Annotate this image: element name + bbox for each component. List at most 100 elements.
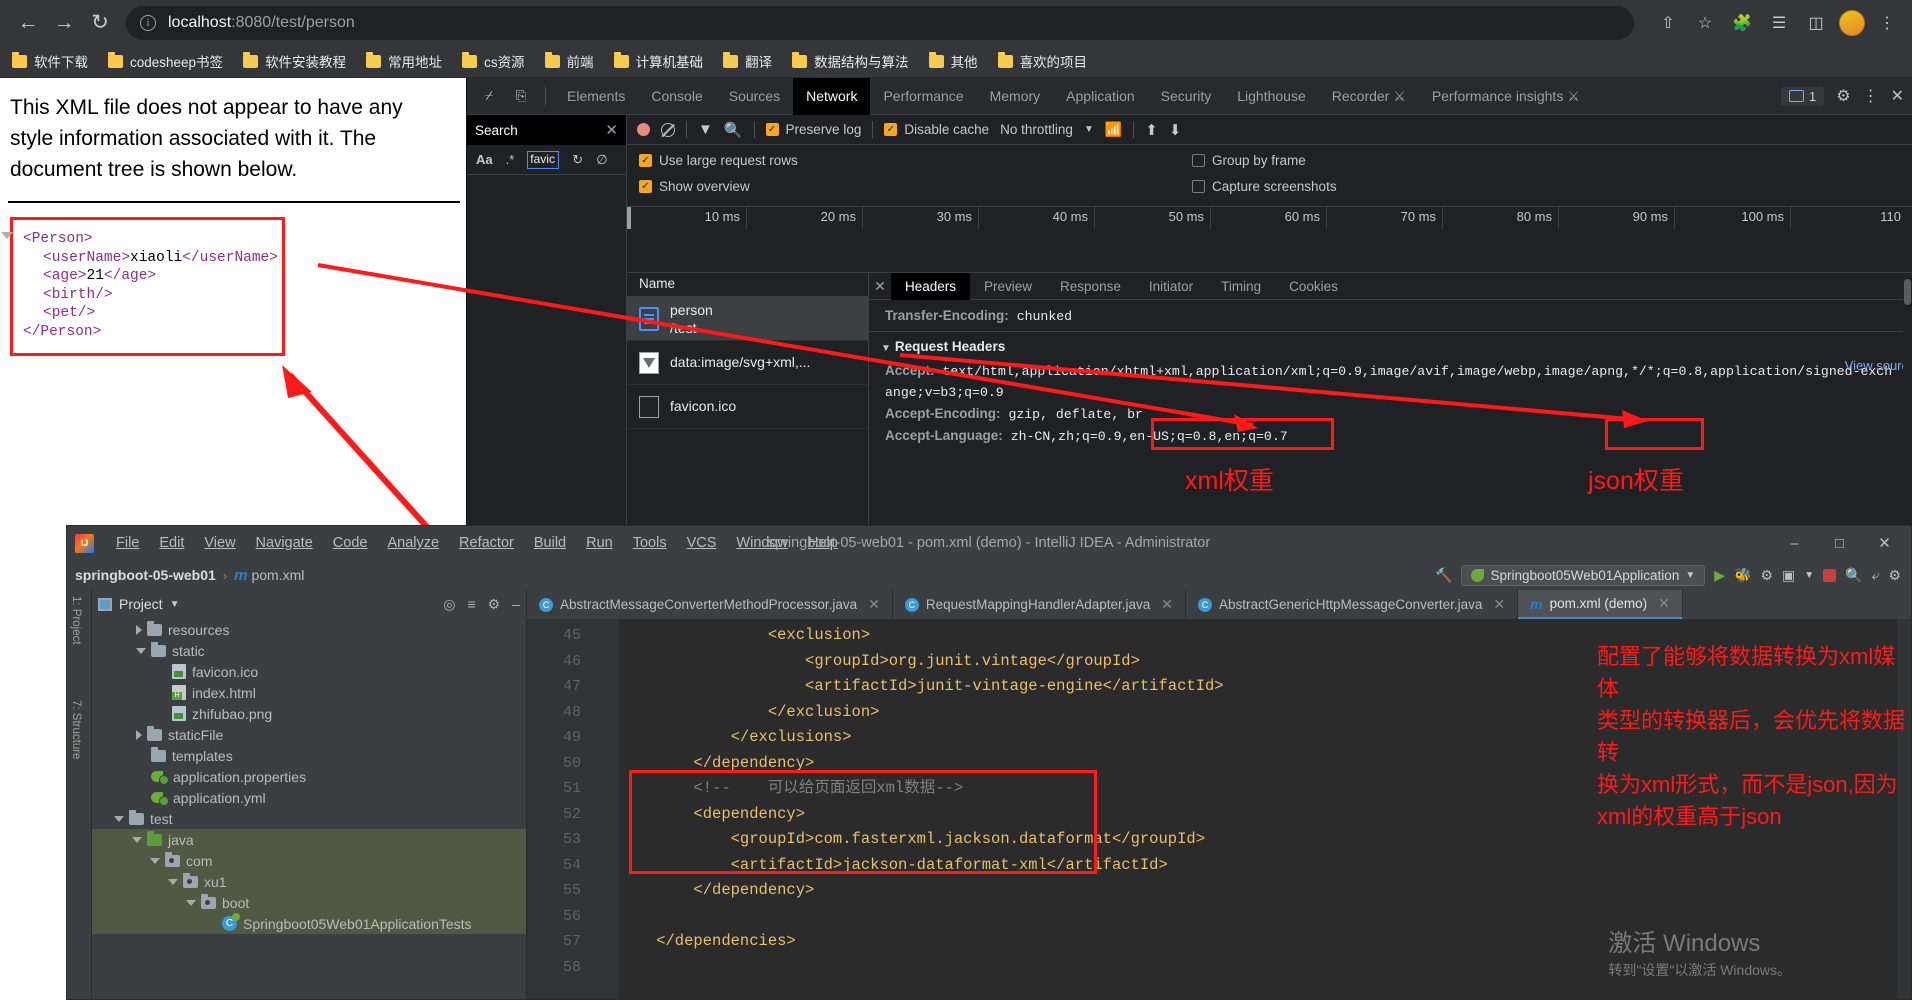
expand-arrow-icon[interactable] [136, 729, 142, 740]
build-icon[interactable]: 🔨 [1435, 567, 1452, 584]
collapse-arrow-icon[interactable] [136, 647, 146, 654]
menu-navigate[interactable]: Navigate [246, 535, 323, 551]
tree-node-xu1[interactable]: xu1 [92, 871, 526, 892]
tab-elements[interactable]: Elements [554, 78, 638, 115]
gear-icon[interactable]: ⚙ [1836, 86, 1850, 106]
stop-icon[interactable] [1823, 568, 1837, 582]
git-icon[interactable]: ⤶ [1872, 567, 1880, 584]
bookmark-item[interactable]: 其他 [928, 51, 978, 71]
bookmark-item[interactable]: 计算机基础 [613, 51, 703, 71]
kebab-menu-icon[interactable]: ⋮ [1863, 86, 1879, 106]
hide-icon[interactable]: – [512, 596, 520, 612]
disable-cache-checkbox[interactable]: ✓ Disable cache [884, 122, 989, 137]
chevron-down-icon[interactable]: ▼ [170, 599, 180, 610]
throttling-select[interactable]: No throttling [1000, 122, 1073, 137]
match-case-icon[interactable]: Aa [476, 152, 493, 167]
tab-network[interactable]: Network [793, 77, 871, 115]
tab-application[interactable]: Application [1053, 78, 1148, 115]
gear-icon[interactable]: ⚙ [1888, 567, 1901, 584]
tab-console[interactable]: Console [638, 78, 715, 115]
bookmark-item[interactable]: 数据结构与算法 [792, 51, 909, 71]
search-icon[interactable]: 🔍 [724, 121, 743, 139]
clear-icon[interactable]: ∅ [596, 152, 607, 168]
coverage-icon[interactable]: ▣ [1782, 567, 1795, 584]
profile-icon[interactable]: ⚙ [1760, 567, 1773, 584]
close-icon[interactable]: ✕ [1891, 86, 1904, 106]
menu-edit[interactable]: Edit [149, 535, 194, 551]
inspect-element-icon[interactable]: ⌿ [475, 83, 503, 109]
share-icon[interactable]: ⇧ [1653, 8, 1683, 38]
tab-memory[interactable]: Memory [977, 78, 1054, 115]
bookmark-item[interactable]: 常用地址 [366, 51, 442, 71]
bookmark-item[interactable]: 翻译 [723, 51, 772, 71]
collapse-triangle-icon[interactable] [1, 232, 13, 239]
device-toolbar-icon[interactable]: ⎘ [507, 83, 535, 109]
tab-initiator[interactable]: Initiator [1135, 273, 1207, 300]
tree-node-test[interactable]: test [92, 808, 526, 829]
editor-tab-pom-xml[interactable]: m pom.xml (demo) ✕ [1518, 590, 1683, 619]
star-icon[interactable]: ☆ [1690, 8, 1720, 38]
tab-preview[interactable]: Preview [970, 273, 1046, 300]
tab-sources[interactable]: Sources [716, 78, 793, 115]
search-icon[interactable]: 🔍 [1845, 567, 1862, 584]
address-bar[interactable]: i localhost:8080/test/person [126, 5, 1634, 40]
menu-view[interactable]: View [194, 535, 245, 551]
maximize-icon[interactable]: □ [1817, 526, 1862, 560]
tree-node-boot[interactable]: boot [92, 892, 526, 913]
tree-node-resources[interactable]: resources [92, 619, 526, 640]
close-icon[interactable]: ✕ [868, 596, 880, 613]
tab-security[interactable]: Security [1148, 78, 1225, 115]
collapse-arrow-icon[interactable] [114, 815, 124, 822]
locate-icon[interactable]: ◎ [443, 596, 455, 613]
side-panel-icon[interactable]: ◫ [1801, 8, 1831, 38]
chevron-down-icon[interactable]: ▼ [1084, 124, 1094, 135]
avatar[interactable] [1839, 9, 1865, 36]
menu-analyze[interactable]: Analyze [377, 535, 449, 551]
menu-run[interactable]: Run [576, 535, 623, 551]
collapse-arrow-icon[interactable] [150, 857, 160, 864]
preserve-log-checkbox[interactable]: ✓ Preserve log [765, 122, 861, 137]
close-icon[interactable]: ✕ [869, 278, 891, 295]
menu-refactor[interactable]: Refactor [449, 535, 524, 551]
table-row[interactable]: data:image/svg+xml,... [627, 341, 868, 385]
expand-arrow-icon[interactable] [136, 624, 142, 635]
chevron-down-icon[interactable]: ▼ [1804, 570, 1814, 581]
menu-tools[interactable]: Tools [623, 535, 677, 551]
reload-icon[interactable]: ↻ [82, 5, 118, 41]
network-conditions-icon[interactable]: 📶 [1105, 121, 1122, 138]
tree-node-staticfile[interactable]: staticFile [92, 724, 526, 745]
tree-node-favicon[interactable]: favicon.ico [92, 661, 526, 682]
tab-lighthouse[interactable]: Lighthouse [1224, 78, 1319, 115]
back-arrow-icon[interactable]: ← [10, 5, 46, 41]
bookmark-item[interactable]: 软件安装教程 [243, 51, 346, 71]
debug-icon[interactable]: 🐝 [1734, 567, 1751, 584]
menu-vcs[interactable]: VCS [677, 535, 727, 551]
minimize-icon[interactable]: – [1772, 526, 1817, 560]
tree-node-java[interactable]: java [92, 829, 526, 850]
editor-tab-abstract-generic-http-message-converter[interactable]: C AbstractGenericHttpMessageConverter.jav… [1186, 590, 1519, 619]
collapse-arrow-icon[interactable] [168, 878, 178, 885]
editor-tab-request-mapping-handler-adapter[interactable]: C RequestMappingHandlerAdapter.java ✕ [893, 590, 1187, 619]
export-har-icon[interactable]: ⬇ [1169, 121, 1182, 139]
site-info-icon[interactable]: i [140, 14, 156, 31]
breadcrumb-file[interactable]: pom.xml [251, 567, 304, 583]
collapse-arrow-icon[interactable] [132, 836, 142, 843]
show-overview-checkbox[interactable]: ✓ Show overview [639, 179, 750, 194]
group-by-frame-checkbox[interactable]: Group by frame [1192, 153, 1306, 168]
close-icon[interactable]: ✕ [1161, 596, 1173, 613]
tree-node-application-tests[interactable]: Springboot05Web01ApplicationTests [92, 913, 526, 934]
breadcrumb-project[interactable]: springboot-05-web01 [75, 567, 216, 583]
run-icon[interactable]: ▶ [1714, 567, 1725, 584]
tab-recorder[interactable]: Recorder ⚔ [1319, 78, 1419, 115]
code-editor[interactable]: 45 46 47 48 49 50 51 52 53 54 55 56 57 5… [527, 619, 1911, 999]
kebab-menu-icon[interactable]: ⋮ [1872, 8, 1902, 38]
import-har-icon[interactable]: ⬆ [1145, 121, 1158, 139]
bookmark-item[interactable]: 前端 [544, 51, 594, 71]
close-icon[interactable]: ✕ [1862, 526, 1907, 560]
forward-arrow-icon[interactable]: → [46, 5, 82, 41]
tree-node-com[interactable]: com [92, 850, 526, 871]
clear-icon[interactable] [661, 122, 675, 137]
project-pane-title[interactable]: Project [119, 596, 163, 612]
collapse-all-icon[interactable]: ≡ [467, 596, 475, 612]
bookmark-item[interactable]: 喜欢的项目 [997, 51, 1087, 71]
